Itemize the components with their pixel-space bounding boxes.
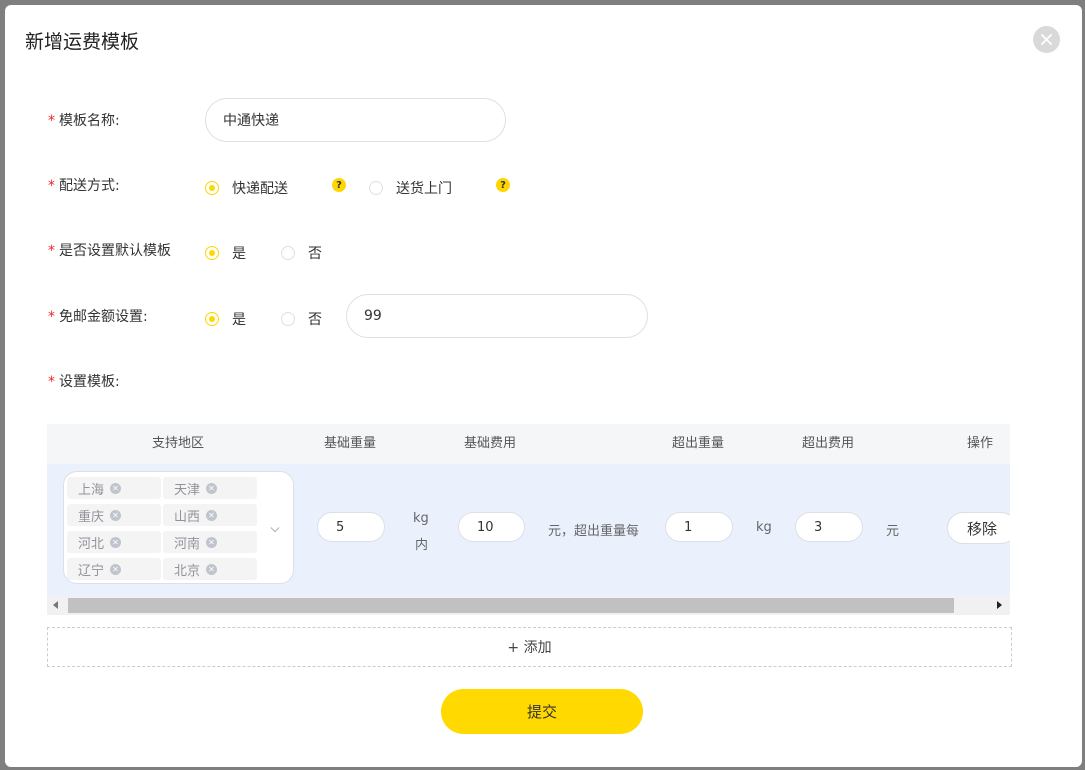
remove-button[interactable]: 移除 bbox=[947, 512, 1010, 544]
header-action: 操作 bbox=[967, 436, 994, 451]
free-shipping-amount-input[interactable] bbox=[346, 294, 648, 338]
region-tag: 重庆 ✕ bbox=[67, 504, 161, 526]
tag-close-icon[interactable]: ✕ bbox=[206, 536, 218, 548]
base-weight-unit-kg: kg bbox=[413, 511, 429, 526]
scrollbar-thumb[interactable] bbox=[68, 598, 954, 613]
table-header: 支持地区 基础重量 基础费用 超出重量 超出费用 操作 bbox=[47, 424, 1010, 464]
table-row: 上海 ✕ 天津 ✕ 重庆 ✕ 山西 ✕ 河北 ✕ 河南 ✕ 辽宁 ✕ 北京 ✕ 5 kg 内 1… bbox=[47, 464, 1010, 596]
extra-weight-unit: kg bbox=[756, 520, 772, 535]
delivery-method-row: * 配送方式: bbox=[48, 162, 120, 208]
tag-close-icon[interactable]: ✕ bbox=[110, 482, 122, 494]
free-shipping-no-radio[interactable]: 否 bbox=[281, 309, 322, 329]
template-name-input[interactable] bbox=[205, 98, 506, 142]
free-shipping-row: * 免邮金额设置: bbox=[48, 293, 148, 339]
region-select[interactable]: 上海 ✕ 天津 ✕ 重庆 ✕ 山西 ✕ 河北 ✕ 河南 ✕ 辽宁 ✕ 北京 ✕ bbox=[63, 471, 294, 584]
default-yes-radio[interactable]: 是 bbox=[205, 243, 246, 263]
tag-close-icon[interactable]: ✕ bbox=[110, 563, 122, 575]
extra-fee-input[interactable]: 3 bbox=[795, 512, 863, 542]
base-fee-input[interactable]: 10 bbox=[458, 512, 525, 542]
tag-close-icon[interactable]: ✕ bbox=[110, 509, 122, 521]
template-name-row: * 模板名称: bbox=[48, 97, 120, 143]
shipping-rules-table: 支持地区 基础重量 基础费用 超出重量 超出费用 操作 上海 ✕ 天津 ✕ 重庆 ✕ … bbox=[47, 424, 1010, 615]
free-shipping-yes-radio[interactable]: 是 bbox=[205, 309, 246, 329]
set-template-row: * 设置模板: bbox=[48, 358, 120, 404]
horizontal-scrollbar[interactable] bbox=[47, 596, 1010, 615]
delivery-express-radio[interactable]: 快递配送 bbox=[205, 178, 288, 198]
region-tag: 天津 ✕ bbox=[163, 477, 257, 499]
radio-unchecked-icon bbox=[369, 181, 383, 195]
close-button[interactable] bbox=[1033, 26, 1060, 53]
template-name-label: * 模板名称: bbox=[48, 113, 120, 129]
radio-checked-icon bbox=[205, 181, 219, 195]
delivery-door-radio[interactable]: 送货上门 bbox=[369, 178, 452, 198]
region-tag: 北京 ✕ bbox=[163, 558, 257, 580]
tag-close-icon[interactable]: ✕ bbox=[206, 509, 218, 521]
header-extra-fee: 超出费用 bbox=[802, 436, 855, 451]
region-tag: 河南 ✕ bbox=[163, 531, 257, 553]
delivery-method-label: * 配送方式: bbox=[48, 178, 120, 194]
chevron-down-icon[interactable] bbox=[270, 525, 280, 535]
free-shipping-label: * 免邮金额设置: bbox=[48, 309, 148, 325]
scroll-right-icon[interactable] bbox=[997, 601, 1002, 609]
set-template-label: * 设置模板: bbox=[48, 374, 120, 390]
extra-fee-unit: 元 bbox=[886, 524, 900, 539]
extra-weight-input[interactable]: 1 bbox=[665, 512, 733, 542]
close-icon bbox=[1041, 34, 1052, 45]
base-fee-suffix: 元，超出重量每 bbox=[548, 524, 640, 539]
default-template-label: * 是否设置默认模板 bbox=[48, 243, 171, 259]
tag-close-icon[interactable]: ✕ bbox=[110, 536, 122, 548]
door-help-icon[interactable]: ? bbox=[496, 178, 510, 192]
submit-button[interactable]: 提交 bbox=[441, 689, 643, 734]
default-template-row: * 是否设置默认模板 bbox=[48, 227, 171, 273]
shipping-template-dialog: 新增运费模板 *模板名称: *配送方式: 快递配送 ? 送货上门 ? *是否设置… bbox=[5, 5, 1082, 767]
tag-close-icon[interactable]: ✕ bbox=[206, 563, 218, 575]
base-weight-input[interactable]: 5 bbox=[317, 512, 385, 542]
header-base-fee: 基础费用 bbox=[464, 436, 517, 451]
express-help-icon[interactable]: ? bbox=[332, 178, 346, 192]
header-base-weight: 基础重量 bbox=[324, 436, 377, 451]
header-region: 支持地区 bbox=[152, 436, 205, 451]
scroll-left-icon[interactable] bbox=[53, 601, 58, 609]
region-tag: 山西 ✕ bbox=[163, 504, 257, 526]
default-no-radio[interactable]: 否 bbox=[281, 243, 322, 263]
radio-unchecked-icon bbox=[281, 246, 295, 260]
base-weight-unit-within: 内 bbox=[415, 538, 429, 553]
region-tag: 辽宁 ✕ bbox=[67, 558, 161, 580]
radio-checked-icon bbox=[205, 246, 219, 260]
add-rule-button[interactable]: + 添加 bbox=[47, 627, 1012, 667]
tag-close-icon[interactable]: ✕ bbox=[206, 482, 218, 494]
radio-unchecked-icon bbox=[281, 312, 295, 326]
region-tag: 上海 ✕ bbox=[67, 477, 161, 499]
dialog-title: 新增运费模板 bbox=[25, 31, 140, 53]
region-tag: 河北 ✕ bbox=[67, 531, 161, 553]
header-extra-weight: 超出重量 bbox=[672, 436, 725, 451]
radio-checked-icon bbox=[205, 312, 219, 326]
